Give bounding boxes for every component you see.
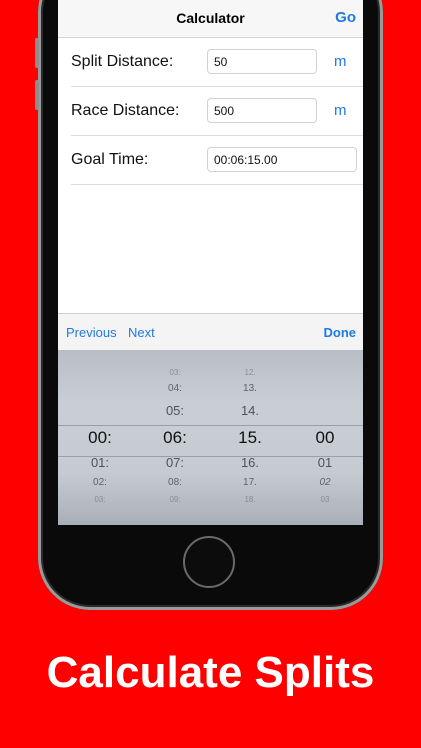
picker-item: 02:	[93, 477, 107, 488]
picker-item: 01	[317, 455, 333, 470]
picker-item: 18.	[244, 495, 256, 504]
race-distance-unit[interactable]: m	[334, 102, 347, 119]
goal-time-row: Goal Time: 00:06:15.00	[71, 136, 363, 185]
navigation-bar: Calculator Go	[58, 0, 363, 38]
picker-item-selected: 06:	[163, 428, 187, 447]
picker-item: 05:	[165, 403, 185, 418]
phone-frame: Calculator Go Split Distance: 50 m Race …	[35, 0, 383, 610]
goal-time-label: Goal Time:	[71, 151, 149, 168]
picker-column-seconds[interactable]: 12. 13. 14. 15. 16. 17. 18.	[220, 350, 280, 525]
picker-item: 04:	[168, 383, 182, 394]
goal-time-input[interactable]: 00:06:15.00	[207, 147, 357, 172]
picker-column-hundredths[interactable]: 00 01 02 03	[295, 350, 355, 525]
picker-item: 09:	[169, 495, 181, 504]
race-distance-row: Race Distance: 500 m	[71, 87, 363, 136]
volume-up-button	[35, 38, 39, 68]
picker-item: 13.	[243, 383, 257, 394]
volume-down-button	[35, 80, 39, 110]
phone-screen: Calculator Go Split Distance: 50 m Race …	[58, 0, 363, 525]
picker-item: 03:	[94, 495, 106, 504]
picker-item: 03:	[169, 368, 181, 377]
split-distance-unit[interactable]: m	[334, 53, 347, 70]
picker-item-selected: 15.	[238, 428, 262, 447]
picker-item: 08:	[168, 477, 182, 488]
picker-item: 17.	[243, 477, 257, 488]
race-distance-input[interactable]: 500	[207, 98, 317, 123]
picker-item: 12.	[244, 368, 256, 377]
split-distance-input[interactable]: 50	[207, 49, 317, 74]
picker-item: 14.	[240, 403, 260, 418]
keyboard-toolbar: Previous Next Done	[58, 313, 363, 351]
page-title: Calculator	[176, 10, 245, 26]
done-button[interactable]: Done	[324, 325, 357, 340]
picker-item: 07:	[165, 455, 185, 470]
split-distance-row: Split Distance: 50 m	[71, 38, 363, 87]
previous-button[interactable]: Previous	[66, 325, 117, 340]
picker-item: 16.	[240, 455, 260, 470]
split-distance-label: Split Distance:	[71, 53, 174, 70]
picker-column-hours[interactable]: 00: 01: 02: 03:	[70, 350, 130, 525]
picker-item: 01:	[90, 455, 110, 470]
race-distance-label: Race Distance:	[71, 102, 180, 119]
home-button[interactable]	[183, 536, 235, 588]
picker-item-selected: 00:	[88, 428, 112, 447]
go-button[interactable]: Go	[335, 9, 356, 26]
picker-item-selected: 00	[315, 428, 335, 447]
time-picker[interactable]: 00: 01: 02: 03: 03: 04: 05: 06: 07: 08: …	[58, 350, 363, 525]
picker-item: 02	[319, 477, 331, 488]
next-button[interactable]: Next	[128, 325, 155, 340]
picker-item: 03	[320, 495, 330, 504]
picker-column-minutes[interactable]: 03: 04: 05: 06: 07: 08: 09:	[145, 350, 205, 525]
promo-caption: Calculate Splits	[46, 648, 375, 697]
